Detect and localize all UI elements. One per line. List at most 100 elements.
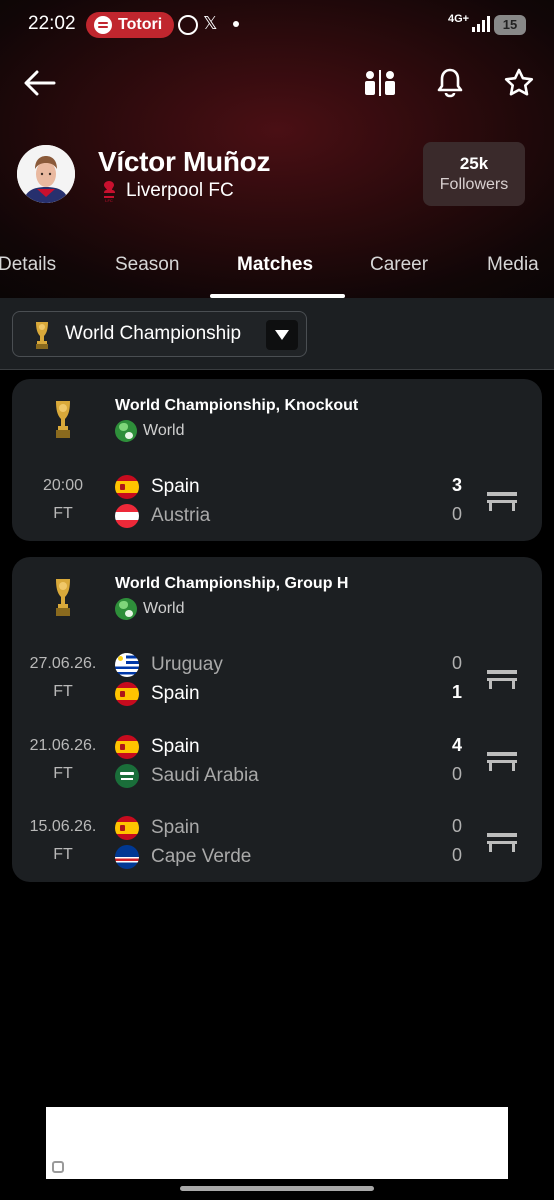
x-icon: 𝕏 [203, 13, 218, 33]
cape-verde-flag-icon [115, 845, 139, 869]
away-score: 0 [451, 504, 462, 524]
spotify-label: Totori [118, 16, 163, 33]
tab-matches[interactable]: Matches [237, 254, 313, 276]
away-score: 0 [451, 845, 462, 865]
match-date: 15.06.26. [29, 818, 97, 835]
home-team-name: Spain [151, 476, 200, 497]
austria-flag-icon [115, 504, 139, 528]
away-score: 1 [451, 682, 462, 702]
home-indicator[interactable] [180, 1186, 374, 1191]
followers-count: 25k [459, 154, 489, 173]
whatsapp-icon [178, 15, 198, 35]
back-arrow-icon [24, 70, 56, 96]
away-team: Cape Verde [115, 845, 251, 869]
competition-title[interactable]: World Championship, Knockout [115, 397, 358, 415]
tab-bar: Details Season Matches Career Media [0, 246, 554, 298]
bell-icon [437, 68, 463, 98]
status-bar: 22:02 Totori 𝕏 4G+ 15 [0, 0, 554, 52]
region-label: World [143, 422, 185, 439]
match-row[interactable]: 15.06.26. FT Spain Cape Verde 0 0 [12, 816, 542, 876]
match-status: FT [53, 846, 73, 863]
away-team: Spain [115, 682, 200, 706]
followers-button[interactable]: 25k Followers [423, 142, 525, 206]
bench-icon [487, 670, 517, 689]
star-icon [504, 68, 534, 96]
home-score: 3 [451, 475, 462, 495]
tab-media[interactable]: Media [487, 254, 539, 276]
match-status: FT [53, 505, 73, 522]
home-team: Spain [115, 816, 200, 840]
tab-season[interactable]: Season [115, 254, 179, 276]
liverpool-crest-icon: LFC [100, 180, 118, 203]
home-team-name: Spain [151, 817, 200, 838]
network-indicator: 4G+ [448, 13, 470, 25]
notifications-button[interactable] [428, 61, 472, 105]
away-team-name: Austria [151, 505, 211, 526]
globe-icon [115, 598, 137, 620]
competition-region: World [115, 598, 185, 620]
bench-icon [487, 752, 517, 771]
away-team-name: Cape Verde [151, 846, 252, 867]
saudi-arabia-flag-icon [115, 764, 139, 788]
signal-icon [472, 16, 490, 32]
ad-choices-icon[interactable] [52, 1161, 64, 1173]
compare-button[interactable] [358, 61, 402, 105]
followers-label: Followers [439, 176, 509, 193]
home-team-name: Uruguay [151, 654, 223, 675]
trophy-icon [56, 579, 70, 616]
home-score: 0 [451, 653, 462, 673]
competition-card: World Championship, Knockout World 20:00… [12, 379, 542, 541]
competition-card: World Championship, Group H World 27.06.… [12, 557, 542, 882]
match-time: 20:00 [42, 477, 84, 494]
home-score: 0 [451, 816, 462, 836]
match-date: 21.06.26. [29, 737, 97, 754]
club-name: Liverpool FC [126, 180, 234, 201]
match-status: FT [53, 683, 73, 700]
match-row[interactable]: 27.06.26. FT Uruguay Spain 0 1 [12, 653, 542, 713]
competition-region: World [115, 420, 185, 442]
home-team: Spain [115, 475, 200, 499]
home-team: Uruguay [115, 653, 223, 677]
player-avatar [17, 145, 75, 203]
notification-dot-icon [233, 21, 239, 27]
ad-banner[interactable] [46, 1107, 508, 1179]
away-score: 0 [451, 764, 462, 784]
home-score: 4 [451, 735, 462, 755]
competition-filter-bar: World Championship [0, 298, 554, 370]
match-row[interactable]: 20:00 FT Spain Austria 3 0 [12, 475, 542, 535]
tab-details[interactable]: Details [0, 254, 56, 276]
match-status: FT [53, 765, 73, 782]
home-team-name: Spain [151, 736, 200, 757]
svg-text:LFC: LFC [105, 198, 113, 202]
trophy-icon [56, 401, 70, 438]
away-team: Saudi Arabia [115, 764, 259, 788]
status-time: 22:02 [28, 13, 76, 34]
spain-flag-icon [115, 475, 139, 499]
spotify-pill[interactable]: Totori [86, 12, 175, 38]
compare-icon [365, 70, 395, 96]
bench-icon [487, 492, 517, 511]
chevron-down-icon [266, 320, 298, 350]
away-team-name: Saudi Arabia [151, 765, 259, 786]
spain-flag-icon [115, 735, 139, 759]
match-row[interactable]: 21.06.26. FT Spain Saudi Arabia 4 0 [12, 735, 542, 795]
globe-icon [115, 420, 137, 442]
competition-dropdown[interactable]: World Championship [12, 311, 307, 357]
match-date: 27.06.26. [29, 655, 97, 672]
favorite-button[interactable] [497, 61, 541, 105]
spain-flag-icon [115, 816, 139, 840]
region-label: World [143, 600, 185, 617]
home-team: Spain [115, 735, 200, 759]
trophy-icon [36, 322, 48, 349]
club-link[interactable]: LFC Liverpool FC [100, 180, 234, 203]
back-button[interactable] [18, 61, 62, 105]
competition-title[interactable]: World Championship, Group H [115, 575, 348, 593]
player-photo-icon [17, 145, 75, 203]
spain-flag-icon [115, 682, 139, 706]
competition-dropdown-label: World Championship [65, 323, 242, 344]
tab-career[interactable]: Career [370, 254, 428, 276]
away-team-name: Spain [151, 683, 200, 704]
player-name: Víctor Muñoz [98, 146, 271, 177]
bench-icon [487, 833, 517, 852]
spotify-icon [94, 16, 112, 34]
